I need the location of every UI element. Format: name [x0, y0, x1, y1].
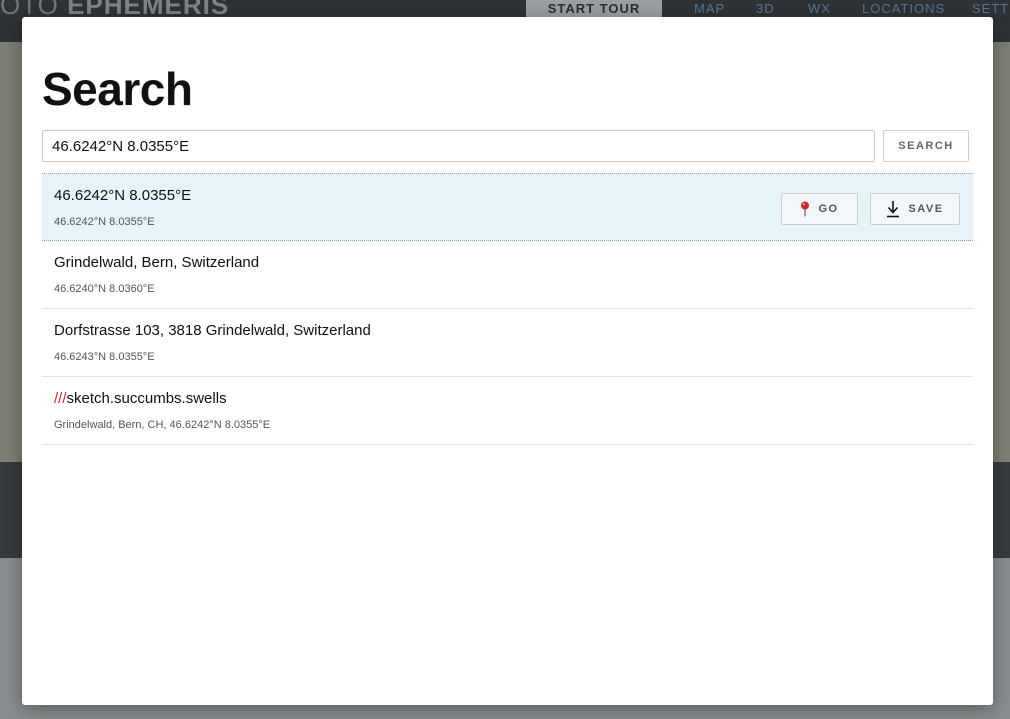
result-item-grindelwald[interactable]: Grindelwald, Bern, Switzerland 46.6240°N…	[42, 241, 973, 309]
results-list: 46.6242°N 8.0355°E 46.6242°N 8.0355°E GO	[42, 173, 973, 445]
result-item-dorfstrasse[interactable]: Dorfstrasse 103, 3818 Grindelwald, Switz…	[42, 309, 973, 377]
result-subtitle: 46.6243°N 8.0355°E	[54, 351, 155, 363]
download-icon	[886, 200, 900, 218]
search-input[interactable]	[42, 130, 875, 162]
what3words-prefix: ///	[54, 390, 67, 407]
save-label: SAVE	[908, 203, 944, 215]
search-dialog: Search SEARCH 46.6242°N 8.0355°E 46.6242…	[22, 17, 993, 705]
result-title: 46.6242°N 8.0355°E	[54, 187, 192, 204]
save-button[interactable]: SAVE	[870, 193, 960, 225]
result-title: ///sketch.succumbs.swells	[54, 390, 227, 407]
start-tour-button: START TOUR	[526, 0, 662, 17]
nav-locations: LOCATIONS	[862, 1, 946, 16]
map-pin-icon	[800, 201, 810, 217]
result-title: Dorfstrasse 103, 3818 Grindelwald, Switz…	[54, 322, 371, 339]
go-button[interactable]: GO	[781, 193, 858, 225]
nav-3d: 3D	[756, 1, 775, 16]
search-button[interactable]: SEARCH	[883, 130, 969, 162]
result-item-coordinates[interactable]: 46.6242°N 8.0355°E 46.6242°N 8.0355°E GO	[42, 173, 973, 241]
nav-map: MAP	[694, 1, 726, 16]
result-title: Grindelwald, Bern, Switzerland	[54, 254, 260, 271]
nav-wx: WX	[808, 1, 831, 16]
go-label: GO	[818, 203, 839, 215]
result-item-what3words[interactable]: ///sketch.succumbs.swells Grindelwald, B…	[42, 377, 973, 445]
dialog-title: Search	[42, 63, 193, 115]
what3words-address: sketch.succumbs.swells	[66, 390, 227, 407]
nav-settings: SETTI	[972, 1, 1010, 16]
result-subtitle: Grindelwald, Bern, CH, 46.6242°N 8.0355°…	[54, 419, 271, 431]
result-subtitle: 46.6242°N 8.0355°E	[54, 216, 155, 228]
result-subtitle: 46.6240°N 8.0360°E	[54, 283, 155, 295]
